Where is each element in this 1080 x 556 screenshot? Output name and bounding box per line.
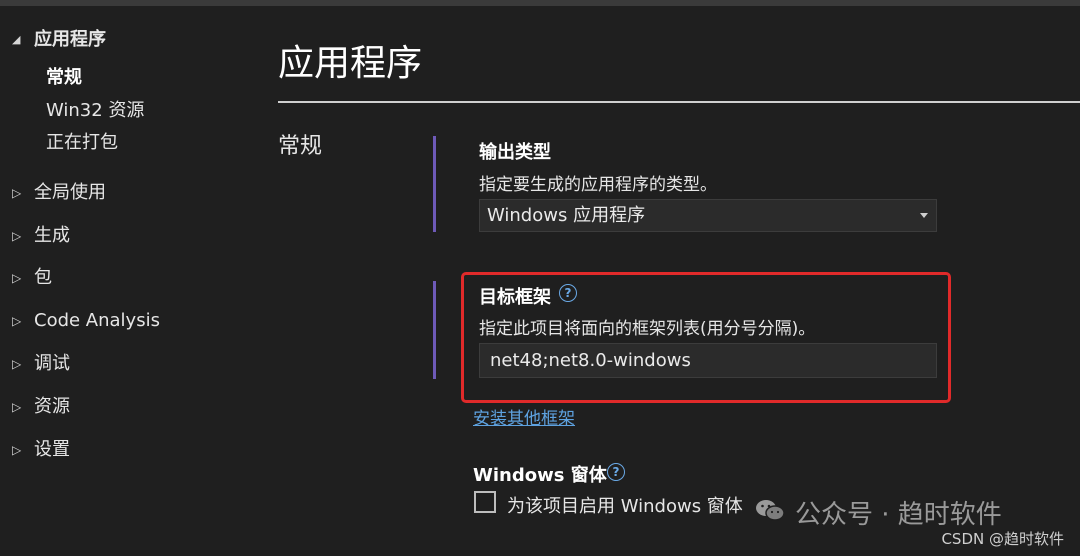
target-framework-description: 指定此项目将面向的框架列表(用分号分隔)。 — [479, 319, 816, 339]
section-title: 常规 — [278, 134, 323, 159]
collapse-arrow-icon: ▷ — [12, 271, 22, 285]
collapse-arrow-icon: ▷ — [12, 400, 22, 414]
install-other-frameworks-link[interactable]: 安装其他框架 — [473, 404, 575, 429]
collapse-arrow-icon: ▷ — [12, 357, 22, 371]
windows-forms-checkbox-label[interactable]: 为该项目启用 Windows 窗体 — [507, 492, 743, 518]
sidebar-item-label: Code Analysis — [34, 310, 160, 331]
collapse-arrow-icon: ▷ — [12, 186, 22, 200]
sidebar-item-label: 设置 — [34, 439, 70, 460]
watermark-text: 公众号 · 趋时软件 — [795, 500, 1002, 530]
setting-accent-bar — [433, 281, 436, 379]
help-icon[interactable]: ? — [559, 284, 577, 302]
help-icon[interactable]: ? — [607, 463, 625, 481]
page-title: 应用程序 — [278, 43, 423, 84]
collapse-arrow-icon: ▷ — [12, 314, 22, 328]
sidebar-item-label: 生成 — [34, 225, 70, 246]
windows-forms-checkbox[interactable] — [474, 491, 496, 513]
sidebar-item-label: 全局使用 — [34, 182, 106, 203]
title-divider — [278, 101, 1080, 103]
sidebar-item-label: 调试 — [34, 353, 70, 374]
collapse-arrow-icon: ▷ — [12, 443, 22, 457]
sidebar-item-label: 资源 — [34, 396, 70, 417]
sidebar-subitem-packaging[interactable]: 正在打包 — [46, 128, 118, 158]
output-type-heading: 输出类型 — [479, 142, 551, 163]
target-framework-input[interactable] — [479, 343, 937, 378]
target-framework-heading: 目标框架 — [479, 287, 551, 308]
sidebar-subitem-general[interactable]: 常规 — [46, 63, 82, 93]
collapse-arrow-icon: ▷ — [12, 229, 22, 243]
sidebar-item-label: 包 — [34, 267, 52, 288]
windows-forms-heading: Windows 窗体 — [473, 465, 607, 486]
setting-accent-bar — [433, 136, 436, 232]
sidebar: ◢ 应用程序 常规 Win32 资源 正在打包 ▷ 全局使用 ▷ 生成 ▷ 包 … — [0, 0, 260, 556]
chevron-down-icon — [920, 213, 928, 218]
output-type-selected-value: Windows 应用程序 — [487, 205, 646, 226]
watermark-credit: CSDN @趋时软件 — [941, 530, 1064, 548]
output-type-description: 指定要生成的应用程序的类型。 — [479, 175, 717, 195]
output-type-dropdown[interactable]: Windows 应用程序 — [479, 199, 937, 232]
wechat-icon — [756, 500, 785, 521]
sidebar-item-label: 应用程序 — [34, 29, 106, 50]
expand-arrow-icon: ◢ — [12, 33, 21, 46]
sidebar-subitem-win32-resources[interactable]: Win32 资源 — [46, 96, 144, 126]
